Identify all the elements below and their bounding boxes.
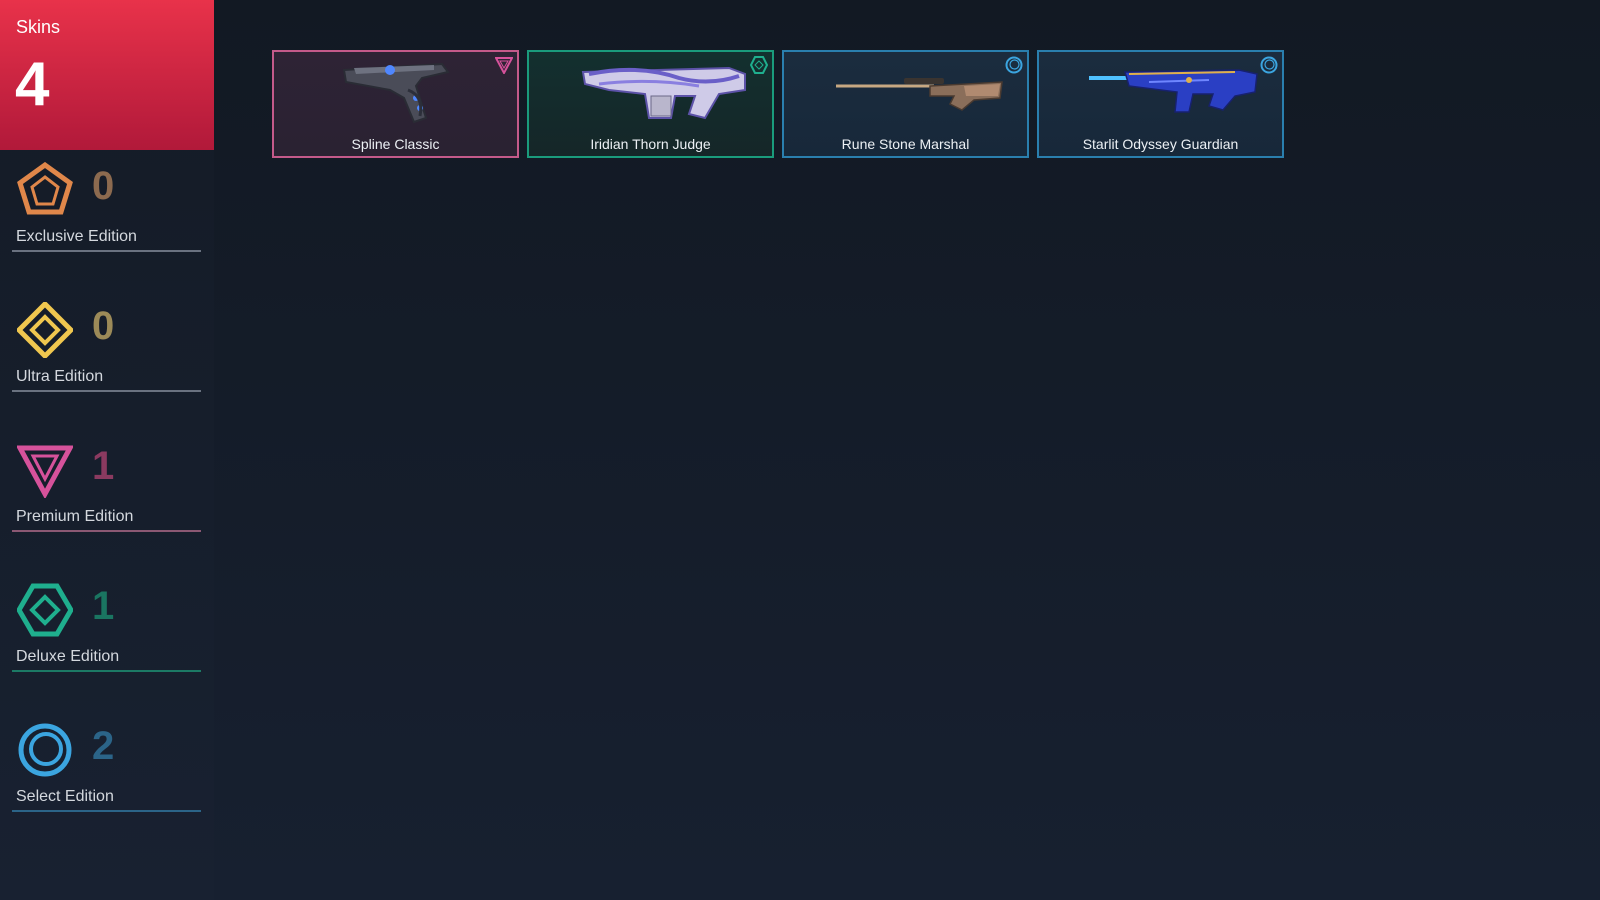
tier-label: Select Edition: [16, 788, 114, 805]
shotgun-skin-image: [581, 66, 746, 120]
pistol-skin-image: [342, 62, 450, 124]
tier-divider: [12, 250, 201, 252]
sniper-skin-image: [836, 78, 1003, 111]
skin-name: Rune Stone Marshal: [841, 136, 970, 152]
rifle-skin-image: [1089, 69, 1258, 113]
tier-label: Exclusive Edition: [16, 228, 137, 245]
tier-count: 1: [92, 584, 115, 628]
skin-name: Iridian Thorn Judge: [590, 136, 711, 152]
tier-count: 1: [92, 444, 115, 488]
tier-exclusive-edition[interactable]: 0 Exclusive Edition: [0, 162, 214, 272]
skin-name: Starlit Odyssey Guardian: [1082, 136, 1239, 152]
tier-label: Deluxe Edition: [16, 648, 120, 665]
ultra-edition-icon: [17, 302, 73, 358]
select-edition-icon: [1005, 56, 1023, 74]
deluxe-edition-icon: [17, 583, 73, 637]
select-edition-icon: [18, 723, 72, 777]
tier-label: Premium Edition: [16, 508, 134, 525]
tier-divider: [12, 670, 201, 672]
tier-divider: [12, 390, 201, 392]
total-skins-count: 4: [15, 50, 50, 119]
premium-edition-icon: [17, 445, 73, 498]
tier-count: 2: [92, 724, 115, 768]
deluxe-edition-icon: [750, 56, 768, 74]
total-skins-card: Skins 4: [0, 0, 214, 150]
sidebar: Skins 4 0 Exclusive Edition 0 Ultra Edit…: [0, 0, 214, 900]
tier-count: 0: [92, 304, 115, 348]
skin-card-rune-stone-marshal[interactable]: Rune Stone Marshal: [782, 50, 1029, 158]
tier-premium-edition[interactable]: 1 Premium Edition: [0, 442, 214, 552]
tier-deluxe-edition[interactable]: 1 Deluxe Edition: [0, 582, 214, 692]
skin-card-starlit-odyssey-guardian[interactable]: Starlit Odyssey Guardian: [1037, 50, 1284, 158]
skin-card-iridian-thorn-judge[interactable]: Iridian Thorn Judge: [527, 50, 774, 158]
tier-divider: [12, 810, 201, 812]
skin-collection-screen: Skins 4 0 Exclusive Edition 0 Ultra Edit…: [0, 0, 1600, 900]
tier-label: Ultra Edition: [16, 368, 104, 385]
skin-name: Spline Classic: [351, 136, 440, 152]
premium-edition-icon: [495, 57, 513, 74]
skin-grid: Spline Classic Iridian Thorn Judge Rune …: [272, 50, 1292, 158]
tier-select-edition[interactable]: 2 Select Edition: [0, 722, 214, 832]
tier-divider: [12, 530, 201, 532]
tier-ultra-edition[interactable]: 0 Ultra Edition: [0, 302, 214, 412]
select-edition-icon: [1260, 56, 1278, 74]
exclusive-edition-icon: [17, 162, 73, 215]
tier-count: 0: [92, 164, 115, 208]
skin-card-spline-classic[interactable]: Spline Classic: [272, 50, 519, 158]
total-skins-title: Skins: [16, 17, 61, 37]
